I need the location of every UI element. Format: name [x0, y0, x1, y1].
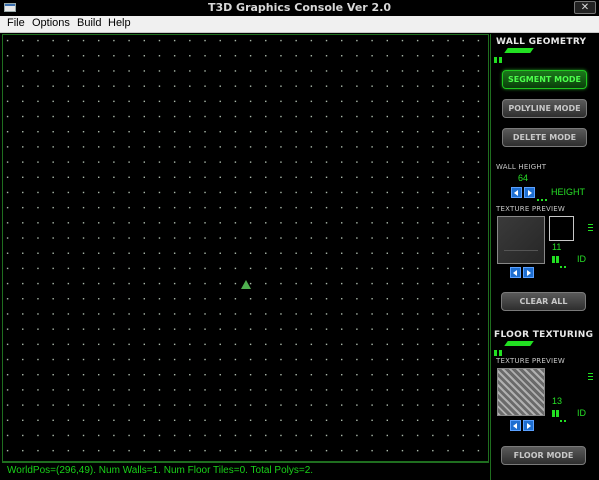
close-button[interactable]: ✕ [574, 1, 596, 14]
menu-bar: File Options Build Help [0, 16, 599, 33]
wall-geometry-title: WALL GEOMETRY [496, 37, 587, 47]
wall-texture-id-value: 11 [552, 242, 562, 252]
player-marker-icon [241, 280, 251, 289]
segment-mode-button[interactable]: SEGMENT MODE [502, 70, 587, 89]
menu-build[interactable]: Build [77, 17, 101, 29]
wall-texture-meter-icon [552, 256, 568, 268]
wall-height-increase-icon[interactable] [524, 187, 535, 198]
floor-texture-preview [497, 368, 545, 416]
wall-texture-id-caption: ID [577, 254, 586, 264]
menu-help[interactable]: Help [108, 17, 131, 29]
wall-texture-slider-icon[interactable] [588, 224, 593, 233]
status-text: WorldPos=(296,49). Num Walls=1. Num Floo… [7, 465, 314, 476]
delete-mode-button[interactable]: DELETE MODE [502, 128, 587, 147]
height-meter-icon [537, 189, 549, 201]
floor-texture-prev-icon[interactable] [510, 420, 521, 431]
tool-sidebar: WALL GEOMETRY SEGMENT MODE POLYLINE MODE… [490, 34, 599, 480]
floor-texture-meter-icon [552, 410, 568, 422]
editor-canvas[interactable] [2, 34, 489, 462]
menu-options[interactable]: Options [32, 17, 70, 29]
polyline-mode-button[interactable]: POLYLINE MODE [502, 99, 587, 118]
wall-height-value: 64 [518, 173, 529, 183]
floor-texture-id-value: 13 [552, 396, 563, 406]
wall-texture-preview [497, 216, 545, 264]
floor-texture-slider-icon[interactable] [588, 373, 593, 382]
floor-texture-preview-label: TEXTURE PREVIEW [496, 357, 565, 365]
wall-texture-preview-label: TEXTURE PREVIEW [496, 205, 565, 213]
clear-all-button[interactable]: CLEAR ALL [501, 292, 586, 311]
height-caption: HEIGHT [551, 187, 586, 197]
status-bar: WorldPos=(296,49). Num Walls=1. Num Floo… [2, 462, 489, 478]
menu-file[interactable]: File [7, 17, 25, 29]
wall-height-label: WALL HEIGHT [496, 163, 547, 171]
wall-texture-prev-icon[interactable] [510, 267, 521, 278]
floor-texture-next-icon[interactable] [523, 420, 534, 431]
wall-texture-thumbnail [549, 216, 574, 241]
floor-texture-id-caption: ID [577, 408, 586, 418]
window-title: T3D Graphics Console Ver 2.0 [207, 1, 392, 14]
floor-title-decoration-icon [494, 341, 554, 356]
wall-texture-next-icon[interactable] [523, 267, 534, 278]
wall-title-decoration-icon [494, 48, 554, 63]
floor-texturing-title: FLOOR TEXTURING [494, 330, 594, 340]
floor-mode-button[interactable]: FLOOR MODE [501, 446, 586, 465]
wall-height-decrease-icon[interactable] [511, 187, 522, 198]
title-bar: T3D Graphics Console Ver 2.0 ✕ [0, 0, 599, 16]
